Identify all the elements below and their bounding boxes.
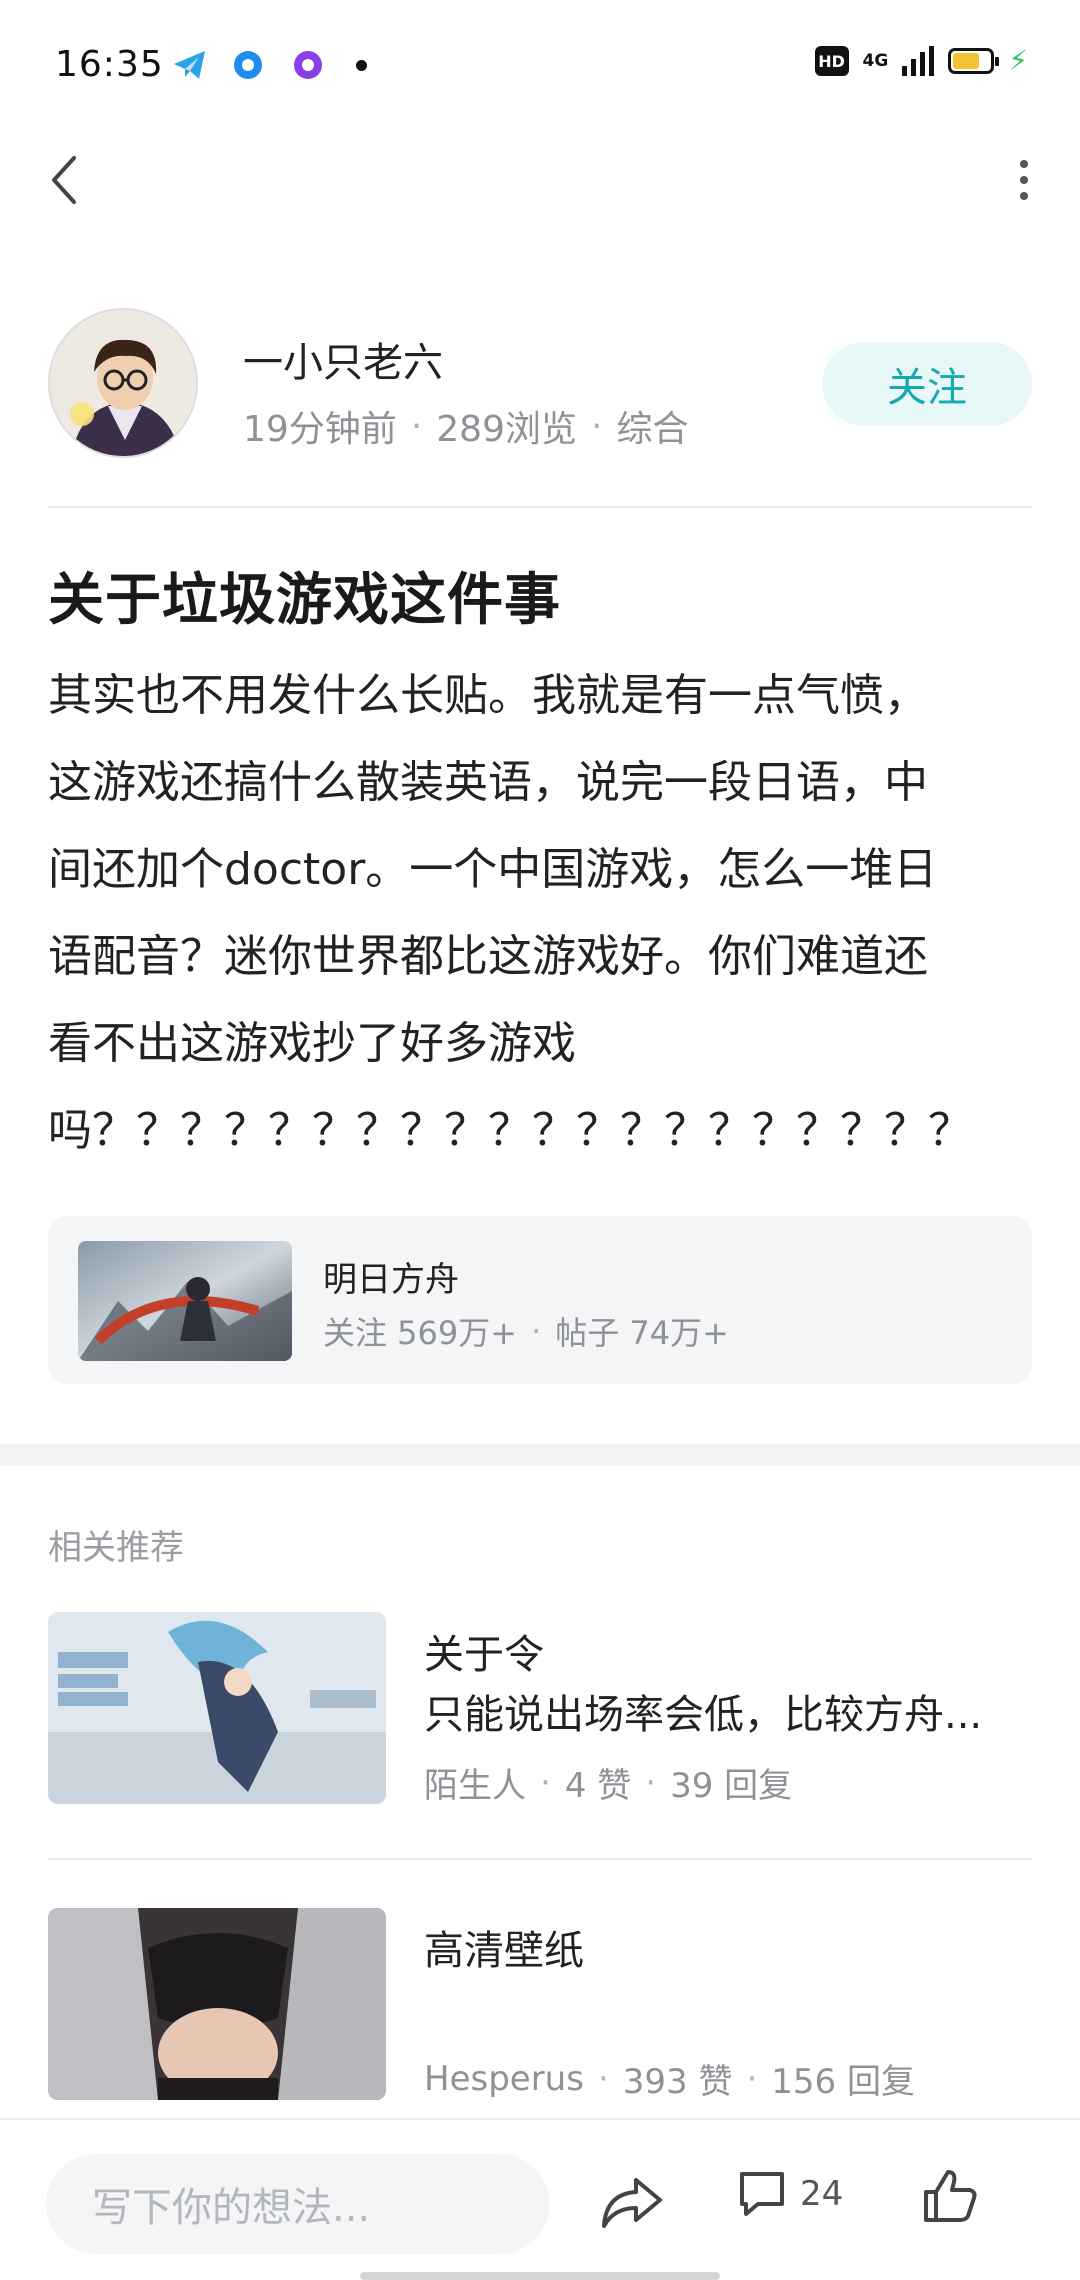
post-meta: 19分钟前 · 289浏览 · 综合 xyxy=(243,400,688,452)
meta-separator: · xyxy=(746,2058,758,2099)
avatar-image xyxy=(50,310,196,456)
notification-icons xyxy=(172,48,367,82)
system-icons: HD 4G ⚡ xyxy=(814,44,1028,77)
meta-separator: · xyxy=(540,1762,551,1803)
post-body-line: 语配音？迷你世界都比这游戏好。你们难道还 xyxy=(48,931,928,982)
charging-icon: ⚡ xyxy=(1008,44,1028,77)
divider xyxy=(48,1858,1032,1860)
hd-icon: HD xyxy=(814,46,849,76)
meta-separator: · xyxy=(590,405,603,447)
post-body-line: 看不出这游戏抄了好多游戏 xyxy=(48,1018,576,1069)
divider xyxy=(48,506,1032,508)
telegram-icon xyxy=(174,51,205,79)
post-time: 19分钟前 xyxy=(243,409,397,450)
meta-separator: · xyxy=(531,1312,542,1350)
status-time: 16:35 xyxy=(55,44,164,85)
post-body-line: 其实也不用发什么长贴。我就是有一点气愤， xyxy=(48,670,928,721)
comment-input[interactable]: 写下你的想法... xyxy=(46,2154,550,2254)
like-icon[interactable] xyxy=(922,2166,978,2226)
topic-card[interactable]: 明日方舟 关注 569万+ · 帖子 74万+ xyxy=(48,1216,1032,1384)
app-notification-icon xyxy=(234,51,262,79)
topic-followers: 关注 569万+ xyxy=(323,1314,518,1352)
topic-thumbnail xyxy=(78,1241,292,1361)
related-heading: 相关推荐 xyxy=(48,1528,184,1568)
meta-separator: · xyxy=(410,405,423,447)
related-meta: 陌生人 · 4 赞 · 39 回复 xyxy=(424,1758,792,1807)
related-title: 关于令 xyxy=(424,1632,544,1678)
more-vertical-icon[interactable] xyxy=(1012,158,1036,202)
related-author: 陌生人 xyxy=(424,1766,526,1806)
comment-button[interactable]: 24 xyxy=(736,2168,843,2220)
related-thumbnail xyxy=(48,1908,386,2100)
topic-name: 明日方舟 xyxy=(323,1260,459,1300)
related-item[interactable]: 关于令 只能说出场率会低，比较方舟... 陌生人 · 4 赞 · 39 回复 xyxy=(48,1612,1032,1807)
comment-count: 24 xyxy=(800,2174,844,2214)
post-category[interactable]: 综合 xyxy=(616,400,688,452)
related-replies: 39 回复 xyxy=(670,1766,793,1806)
related-subtitle: 只能说出场率会低，比较方舟... xyxy=(424,1692,983,1738)
battery-icon xyxy=(948,48,1000,74)
related-item[interactable]: 高清壁纸 Hesperus · 393 赞 · 156 回复 xyxy=(48,1908,1032,2103)
post-title: 关于垃圾游戏这件事 xyxy=(48,568,561,633)
follow-button[interactable]: 关注 xyxy=(822,342,1032,426)
share-icon[interactable] xyxy=(600,2172,664,2232)
status-bar: 16:35 HD 4G ⚡ xyxy=(0,0,1080,130)
app-notification-icon xyxy=(294,51,322,79)
related-title: 高清壁纸 xyxy=(424,1928,584,1974)
section-separator xyxy=(0,1444,1080,1466)
related-likes: 393 赞 xyxy=(622,2062,733,2102)
view-count: 289浏览 xyxy=(436,409,577,450)
signal-icon xyxy=(902,46,935,76)
meta-separator: · xyxy=(645,1762,657,1803)
related-author: Hesperus xyxy=(424,2058,584,2099)
topic-posts: 帖子 74万+ xyxy=(555,1314,729,1352)
post-body-line: 这游戏还搞什么散装英语，说完一段日语，中 xyxy=(48,757,928,808)
back-arrow-icon[interactable] xyxy=(44,150,84,210)
meta-separator: · xyxy=(597,2058,609,2099)
related-replies: 156 回复 xyxy=(771,2062,915,2102)
more-notifications-icon xyxy=(356,59,367,71)
related-meta: Hesperus · 393 赞 · 156 回复 xyxy=(424,2054,915,2103)
home-indicator xyxy=(360,2272,720,2280)
network-type: 4G xyxy=(862,51,889,71)
bottom-bar: 写下你的想法... 24 xyxy=(0,2118,1080,2280)
related-likes: 4 赞 xyxy=(564,1766,632,1806)
avatar[interactable] xyxy=(48,308,198,458)
topic-meta: 关注 569万+ · 帖子 74万+ xyxy=(323,1308,729,1354)
related-thumbnail xyxy=(48,1612,386,1804)
post-body: 其实也不用发什么长贴。我就是有一点气愤， 这游戏还搞什么散装英语，说完一段日语，… xyxy=(48,652,1038,1174)
post-body-line: 吗？？？？？？？？？？？？？？？？？？？？ xyxy=(48,1105,972,1156)
author-name[interactable]: 一小只老六 xyxy=(243,330,443,388)
comment-icon xyxy=(740,2172,784,2216)
post-body-line: 间还加个doctor。一个中国游戏，怎么一堆日 xyxy=(48,844,938,895)
